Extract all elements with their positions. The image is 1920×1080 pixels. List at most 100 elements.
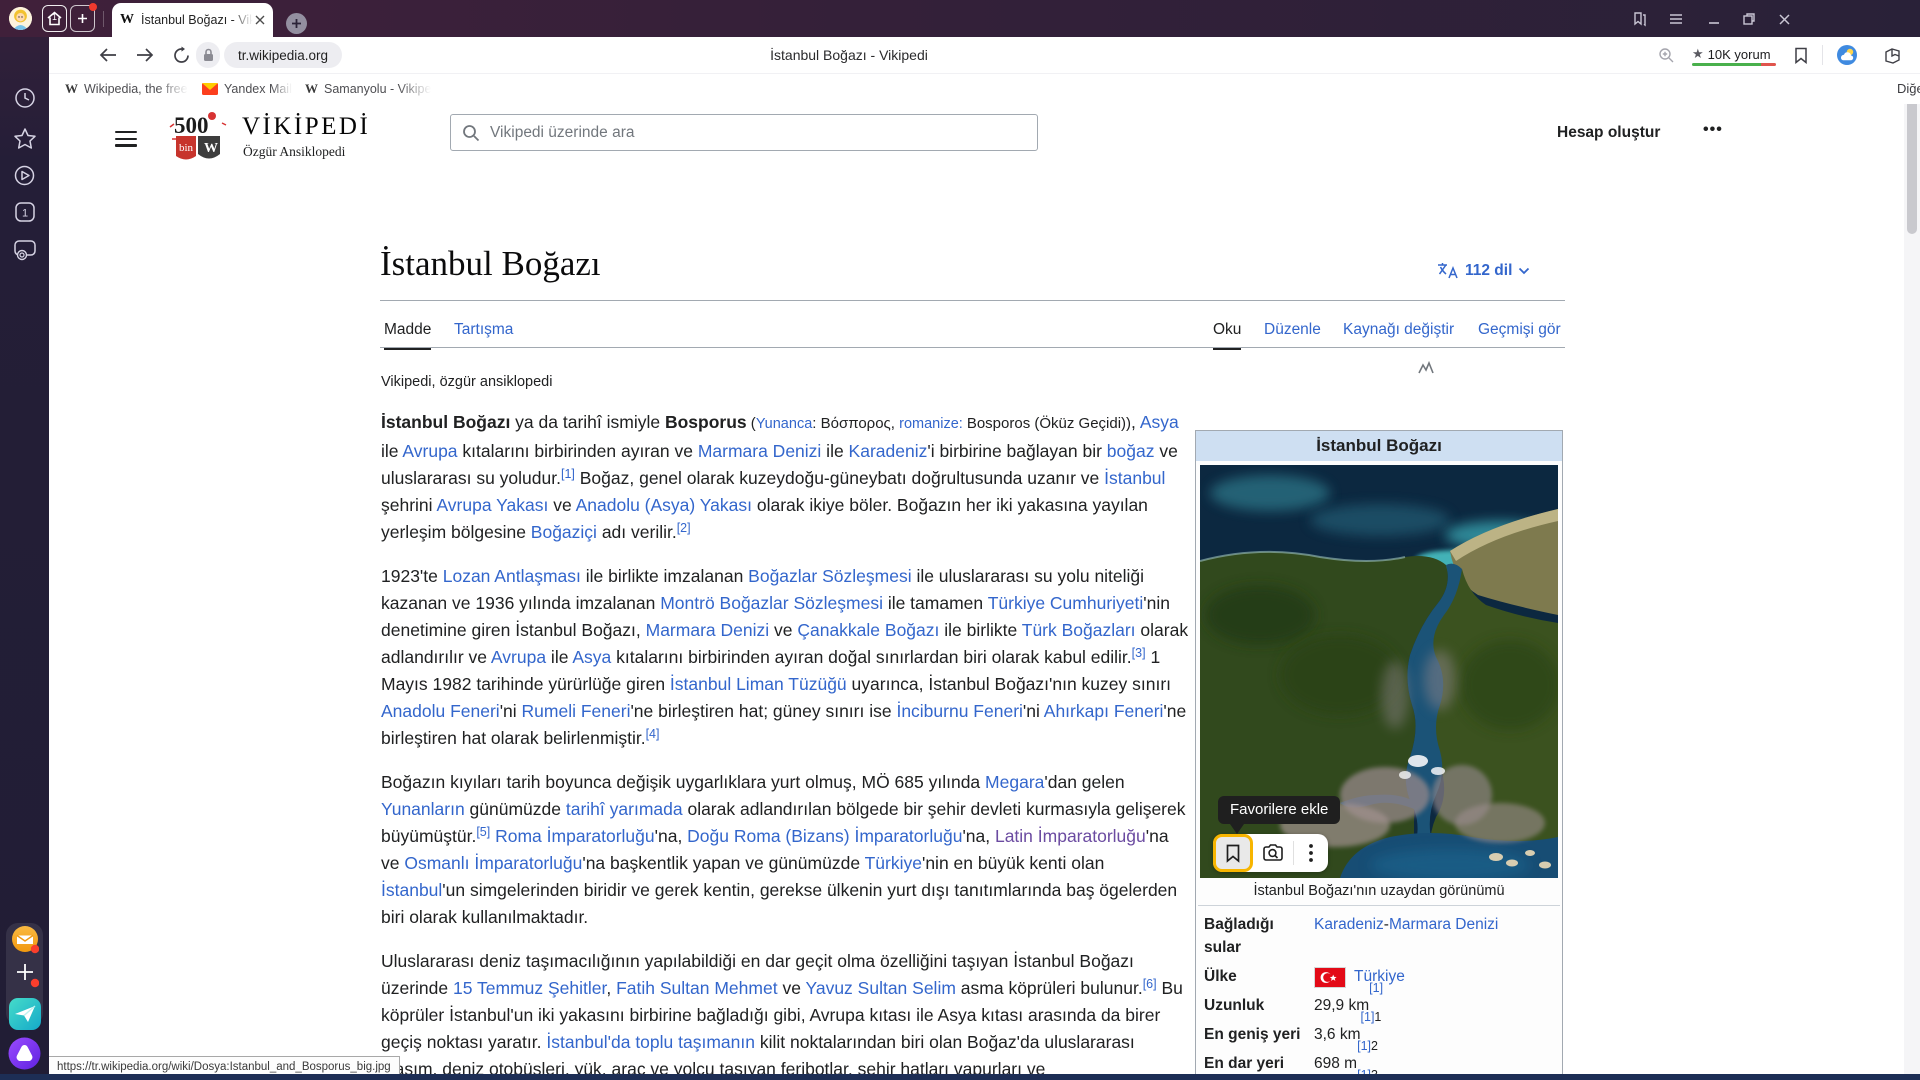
alice-assistant-button[interactable] — [0, 1037, 49, 1070]
bookmarks-more-label: Diğer — [1897, 81, 1920, 96]
create-account-link[interactable]: Hesap oluştur — [1557, 124, 1660, 142]
row-label: Uzunluk — [1196, 994, 1314, 1017]
site-rating[interactable]: ★ 10K yorum — [1692, 46, 1771, 62]
sidebar-add-button[interactable] — [0, 959, 49, 989]
minimize-button[interactable] — [1704, 9, 1724, 29]
bookmark-item-yandex-mail[interactable]: Yandex Mail — [202, 79, 292, 99]
add-bookmark-button[interactable] — [1789, 43, 1813, 67]
side-panel-button[interactable] — [1630, 9, 1650, 29]
tab-tartisma[interactable]: Tartışma — [454, 321, 513, 348]
bookmarks-bar: W Wikipedia, the free Yandex Mail W Sama… — [49, 74, 1920, 105]
chevron-down-icon — [1518, 267, 1530, 275]
lock-icon — [203, 48, 214, 62]
menu-button[interactable] — [1666, 9, 1686, 29]
site-security-chip[interactable] — [196, 42, 220, 68]
paragraph: 1923'te Lozan Antlaşması ile birlikte im… — [381, 563, 1189, 752]
play-icon — [13, 164, 36, 187]
browser-tab-active[interactable]: W İstanbul Boğazı - Vikipedi — [112, 3, 273, 37]
tab-kaynagi-degistir[interactable]: Kaynağı değiştir — [1343, 321, 1454, 348]
favorites-tooltip: Favorilere ekle — [1218, 796, 1340, 824]
infobox: İstanbul Boğazı — [1195, 430, 1563, 1074]
url-text: tr.wikipedia.org — [238, 48, 328, 63]
tab-madde[interactable]: Madde — [384, 321, 431, 350]
wikipedia-500bin-logo[interactable]: 500 bin W — [166, 109, 230, 165]
messenger-button[interactable] — [0, 997, 49, 1031]
search-input[interactable] — [488, 123, 1037, 143]
visual-search-button[interactable] — [1253, 834, 1293, 872]
row-value[interactable]: Karadeniz - Marmara Denizi — [1314, 913, 1562, 959]
avatar-girl-icon — [9, 7, 32, 30]
tab-oku[interactable]: Oku — [1213, 321, 1241, 350]
language-icon — [1436, 261, 1458, 280]
bookmark-flag-icon — [1794, 47, 1808, 64]
clock-icon — [14, 87, 36, 109]
home-tableau-button[interactable]: 1 — [42, 5, 67, 32]
screenshot-button[interactable] — [0, 238, 49, 262]
restore-button[interactable] — [1739, 9, 1759, 29]
new-tab-button[interactable] — [286, 13, 307, 34]
back-arrow-icon — [98, 47, 118, 63]
bookmark-item-samanyolu[interactable]: W Samanyolu - Vikipe — [305, 79, 431, 99]
row-label: En dar yeri — [1196, 1052, 1314, 1074]
back-button[interactable] — [96, 43, 120, 67]
minimize-icon — [1707, 12, 1721, 26]
scrollbar-thumb[interactable] — [1907, 104, 1917, 234]
home-badge: 1 — [52, 12, 57, 22]
bookmarks-more-button[interactable]: Diğer — [1897, 81, 1920, 96]
status-url-text: https://tr.wikipedia.org/wiki/Dosya:Ista… — [57, 1061, 391, 1073]
video-button[interactable] — [0, 164, 49, 187]
collections-button[interactable] — [1880, 43, 1904, 67]
weather-widget[interactable] — [1835, 43, 1859, 67]
weather-icon — [1836, 44, 1858, 66]
yandex-mail-button[interactable] — [0, 925, 49, 955]
page-audio-icon[interactable] — [1418, 361, 1436, 375]
paragraph: Boğazın kıyıları tarih boyunca değişik u… — [381, 769, 1189, 931]
tab-count-number: 1 — [21, 208, 27, 220]
scrollbar-track[interactable] — [1904, 104, 1920, 1074]
wiki-wordmark[interactable]: VİKİPEDİ — [242, 113, 370, 141]
tab-gecmisi-gor[interactable]: Geçmişi gör — [1478, 321, 1561, 348]
close-window-button[interactable] — [1774, 9, 1794, 29]
forward-button[interactable] — [133, 43, 157, 67]
infobox-row: En geniş yeri 3,6 km[1]1 — [1196, 1023, 1562, 1046]
header-more-button[interactable]: ••• — [1703, 121, 1723, 139]
bookmarks-button[interactable] — [0, 127, 49, 150]
address-bar[interactable]: tr.wikipedia.org — [224, 42, 342, 68]
page-title: İstanbul Boğazı — [380, 244, 601, 284]
wikipedia-w-icon: W — [305, 81, 318, 97]
row-label: Bağladığı sular — [1196, 913, 1314, 959]
magnifier-plus-icon — [1658, 47, 1675, 64]
new-window-button[interactable] — [70, 5, 95, 32]
article-body: İstanbul Boğazı ya da tarihî ismiyle Bos… — [381, 409, 1189, 1074]
tab-close-icon[interactable] — [255, 15, 265, 25]
image-more-button[interactable] — [1294, 834, 1328, 872]
reload-button[interactable] — [169, 43, 193, 67]
envelope-icon — [202, 83, 218, 95]
tab-count-icon: 1 — [13, 200, 37, 224]
add-to-favorites-button[interactable] — [1213, 834, 1253, 872]
tab-bar: 1 W İstanbul Boğazı - Vikipedi — [0, 0, 1920, 37]
bookmark-label: Yandex Mail — [224, 82, 292, 96]
tab-duzenle[interactable]: Düzenle — [1264, 321, 1321, 348]
search-icon — [462, 124, 480, 142]
wiki-menu-button[interactable] — [115, 131, 137, 147]
infobox-caption: İstanbul Boğazı'nın uzaydan görünümü — [1196, 878, 1562, 905]
row-label: Ülke — [1196, 965, 1314, 988]
article-tabs: Madde Tartışma Oku Düzenle Kaynağı değiş… — [380, 315, 1565, 348]
row-value[interactable]: Türkiye — [1314, 965, 1562, 988]
rating-text: 10K yorum — [1708, 47, 1771, 62]
screenshot-camera-icon — [12, 238, 38, 262]
infobox-image[interactable]: Favorilere ekle — [1200, 465, 1558, 878]
notification-dot — [89, 3, 97, 11]
wiki-search-box[interactable] — [450, 114, 1038, 151]
turkey-flag-icon — [1314, 967, 1346, 988]
wiki-tagline: Özgür Ansiklopedi — [243, 144, 345, 160]
language-selector[interactable]: 112 dil — [1436, 261, 1530, 280]
zoom-page-button[interactable] — [1654, 43, 1678, 67]
tile-separator — [103, 11, 104, 27]
profile-avatar[interactable] — [9, 7, 32, 30]
tabs-counter-button[interactable]: 1 — [0, 200, 49, 224]
history-button[interactable] — [0, 87, 49, 109]
bookmark-item-wikipedia[interactable]: W Wikipedia, the free — [65, 79, 188, 99]
reload-icon — [172, 46, 191, 65]
